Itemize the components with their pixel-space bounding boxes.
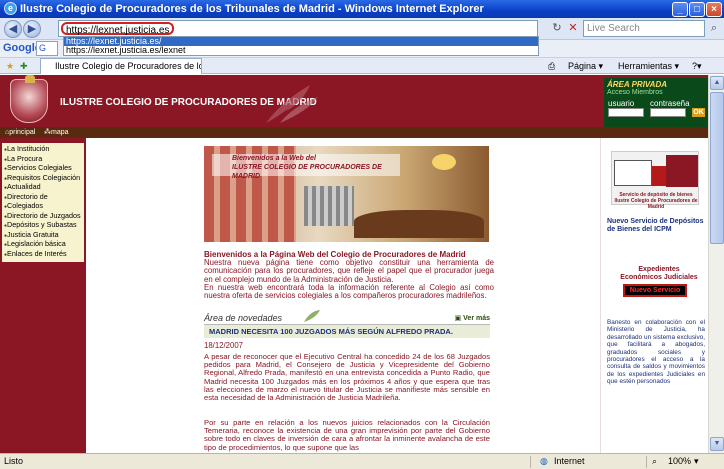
password-label: contraseña <box>650 99 690 108</box>
login-ok-button[interactable]: OK <box>692 108 705 117</box>
banesto-text: Banesto en colaboración con el Ministeri… <box>607 319 705 386</box>
expedientes-title: Expedientes Económicos Judiciales <box>620 266 698 281</box>
home-link[interactable]: ⌂ principal <box>5 127 35 138</box>
window-title-bar: e Ilustre Colegio de Procuradores de los… <box>0 0 724 18</box>
ie-logo-icon: e <box>4 2 17 15</box>
favorites-star-icon[interactable]: ★ <box>6 59 14 73</box>
chandelier-image <box>432 154 456 170</box>
news-paragraph: A pesar de reconocer que el Ejecutivo Ce… <box>204 352 490 403</box>
password-input[interactable] <box>650 108 686 117</box>
chairs-image <box>304 186 354 226</box>
news-date: 18/12/2007 <box>204 341 244 350</box>
address-text: https://lexnet.justicia.es <box>61 22 175 36</box>
welcome-body: Nuestra nueva página tiene como objetivo… <box>204 258 494 301</box>
refresh-icon[interactable]: ↻ <box>550 21 564 36</box>
scroll-thumb[interactable] <box>710 92 724 244</box>
print-icon[interactable]: ⎙ <box>548 59 555 73</box>
window-title: Ilustre Colegio de Procuradores de los T… <box>20 3 484 15</box>
private-area-subtitle: Acceso Miembros <box>607 89 663 96</box>
main-content: Bienvenidos a la Web del ILUSTRE COLEGIO… <box>86 138 600 453</box>
ver-mas-link[interactable]: ▣ Ver más <box>455 314 490 322</box>
zoom-level[interactable]: 100% <box>668 454 691 468</box>
status-text: Listo <box>4 456 24 466</box>
address-suggestions: https://lexnet.justicia.es/ https://lexn… <box>63 36 539 56</box>
help-icon[interactable]: ?▾ <box>692 59 702 73</box>
page-viewport: ILUSTRE COLEGIO DE PROCURADORES DE MADRI… <box>0 75 708 453</box>
address-input[interactable]: https://lexnet.justicia.es <box>58 20 538 37</box>
nuevo-servicio-button[interactable]: Nuevo Servicio <box>623 284 687 297</box>
vertical-scrollbar[interactable]: ▲ ▼ <box>708 75 724 453</box>
leaf-decoration-icon <box>266 85 318 123</box>
page-menu[interactable]: Página ▾ <box>568 59 603 73</box>
tabs-row: ★ ✚ Ilustre Colegio de Procuradores de l… <box>0 58 724 74</box>
news-leaf-icon <box>304 310 320 322</box>
table-image <box>354 210 484 238</box>
back-button[interactable]: ◀ <box>4 20 22 38</box>
forward-button[interactable]: ▶ <box>23 20 41 38</box>
tools-menu[interactable]: Herramientas ▾ <box>618 59 679 73</box>
stop-icon[interactable]: ✕ <box>566 21 580 36</box>
sidebar-menu: La Institución La Procura Servicios Cole… <box>2 143 84 262</box>
news-section-header: Área de novedades ▣ Ver más <box>204 309 490 325</box>
sidebar: La Institución La Procura Servicios Cole… <box>0 138 86 453</box>
zoom-icon[interactable]: ⌕ <box>652 454 657 468</box>
deposit-truck-banner[interactable]: Servicio de depósito de bienes Ilustre C… <box>611 151 699 210</box>
tab-label: Ilustre Colegio de Procuradores de los T… <box>55 61 201 71</box>
scroll-down-button[interactable]: ▼ <box>710 437 724 451</box>
suggestion-item[interactable]: https://lexnet.justicia.es/lexnet <box>64 46 538 55</box>
internet-globe-icon: ◍ <box>540 456 548 466</box>
news-paragraph: Por su parte en relación a los nuevos ju… <box>204 418 490 452</box>
news-section-title: Área de novedades <box>204 313 283 323</box>
add-favorite-icon[interactable]: ✚ <box>20 59 28 73</box>
close-button[interactable]: × <box>706 2 722 17</box>
right-column: Servicio de depósito de bienes Ilustre C… <box>600 138 708 453</box>
tab-active[interactable]: Ilustre Colegio de Procuradores de los T… <box>40 58 202 74</box>
user-label: usuario <box>608 99 635 108</box>
news-headline[interactable]: MADRID NECESITA 100 JUZGADOS MÁS SEGÚN A… <box>204 325 490 338</box>
zone-text: Internet <box>554 456 585 466</box>
deposit-service-link[interactable]: Nuevo Servicio de Depósitos de Bienes de… <box>607 218 707 234</box>
colegio-crest-logo <box>10 75 48 123</box>
zoom-dropdown-icon[interactable]: ▾ <box>694 454 699 468</box>
sitemap-link[interactable]: ⁂ mapa sitio <box>44 127 69 147</box>
live-search-input[interactable]: Live Search <box>583 20 705 37</box>
photo-caption: Bienvenidos a la Web del ILUSTRE COLEGIO… <box>212 154 400 180</box>
status-bar: Listo ◍ Internet ⌕ 100% ▾ <box>0 453 724 469</box>
truck-caption: Servicio de depósito de bienes Ilustre C… <box>614 192 698 210</box>
user-input[interactable] <box>608 108 644 117</box>
private-area-panel: ÁREA PRIVADA Acceso Miembros usuario con… <box>604 78 708 127</box>
google-search-box[interactable]: G <box>36 41 58 56</box>
site-banner: ILUSTRE COLEGIO DE PROCURADORES DE MADRI… <box>0 75 708 127</box>
search-icon[interactable]: ⌕ <box>707 21 721 36</box>
minimize-button[interactable]: _ <box>672 2 688 17</box>
site-topbar: ⌂ principal ⁂ mapa sitio <box>0 127 708 147</box>
welcome-photo: Bienvenidos a la Web del ILUSTRE COLEGIO… <box>204 146 489 242</box>
private-area-title: ÁREA PRIVADA <box>607 80 668 89</box>
scroll-up-button[interactable]: ▲ <box>710 76 724 90</box>
maximize-button[interactable]: □ <box>689 2 705 17</box>
menu-item[interactable]: Enlaces de Interés <box>4 249 82 260</box>
